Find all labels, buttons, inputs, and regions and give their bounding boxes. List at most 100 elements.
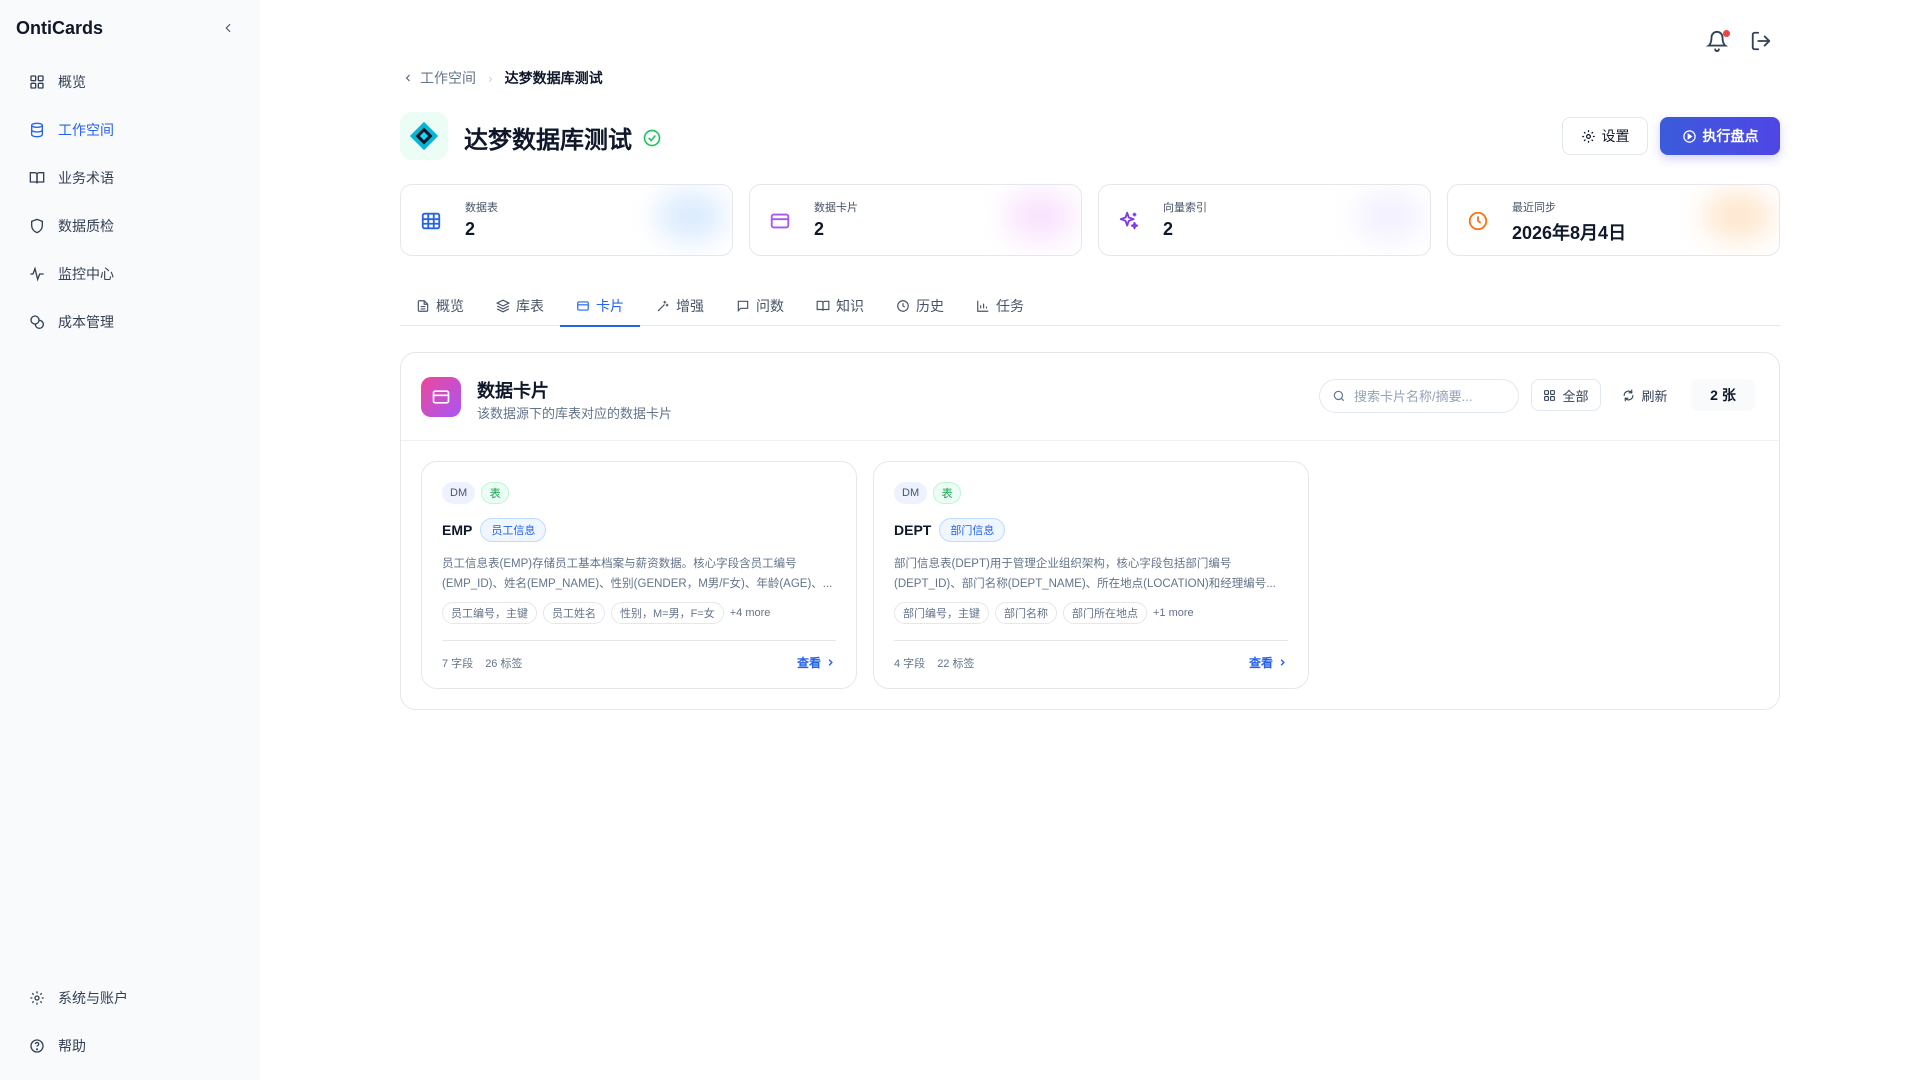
gear-icon bbox=[1581, 129, 1595, 143]
breadcrumb-current: 达梦数据库测试 bbox=[504, 70, 603, 86]
notifications-button[interactable] bbox=[1705, 30, 1730, 54]
page-title-text: 达梦数据库测试 bbox=[464, 127, 632, 154]
field-tag: 员工编号，主键 bbox=[442, 602, 537, 624]
view-card-link[interactable]: 查看 bbox=[1249, 654, 1288, 671]
card-icon bbox=[766, 207, 794, 235]
refresh-label: 刷新 bbox=[1641, 388, 1668, 404]
object-type-badge: 表 bbox=[481, 482, 510, 504]
tab-label: 增强 bbox=[676, 298, 704, 314]
field-tag: 部门名称 bbox=[995, 602, 1057, 624]
dameng-logo-icon bbox=[409, 121, 439, 151]
sidebar-item-cost[interactable]: 成本管理 bbox=[16, 304, 244, 340]
stat-card-tables: 数据表 2 bbox=[400, 184, 733, 256]
card-title-row: DEPT 部门信息 bbox=[894, 518, 1288, 542]
card-search bbox=[1319, 379, 1519, 413]
tab-bar: 概览 库表 卡片 增强 问数 知识 历史 任务 bbox=[400, 286, 1780, 327]
card-icon bbox=[577, 301, 589, 311]
tab-tables[interactable]: 库表 bbox=[480, 286, 560, 326]
database-icon bbox=[28, 121, 46, 139]
help-icon bbox=[28, 1037, 46, 1055]
object-type-badge: 表 bbox=[933, 482, 962, 504]
sidebar-nav: 概览 工作空间 业务术语 数据质检 监控中心 成本管理 bbox=[16, 64, 244, 352]
tab-label: 问数 bbox=[756, 298, 784, 314]
play-circle-icon bbox=[1682, 129, 1696, 143]
grid-icon bbox=[1544, 389, 1556, 401]
refresh-button[interactable]: 刷新 bbox=[1613, 379, 1677, 411]
datasource-logo bbox=[400, 112, 448, 160]
run-inventory-button[interactable]: 执行盘点 bbox=[1660, 117, 1780, 155]
logout-button[interactable] bbox=[1750, 30, 1774, 54]
stat-card-cards: 数据卡片 2 bbox=[749, 184, 1082, 256]
data-card-dept[interactable]: DM 表 DEPT 部门信息 部门信息表(DEPT)用于管理企业组织架构，核心字… bbox=[873, 461, 1309, 689]
settings-button[interactable]: 设置 bbox=[1562, 117, 1648, 155]
stat-value: 2 bbox=[465, 219, 476, 239]
sidebar-item-help[interactable]: 帮助 bbox=[16, 1028, 244, 1064]
table-icon bbox=[417, 207, 445, 235]
sidebar-item-system[interactable]: 系统与账户 bbox=[16, 980, 244, 1016]
gear-icon bbox=[28, 989, 46, 1007]
card-grid: DM 表 EMP 员工信息 员工信息表(EMP)存储员工基本档案与薪资数据。核心… bbox=[421, 461, 1309, 689]
stat-glow bbox=[656, 191, 726, 241]
sidebar-item-label: 系统与账户 bbox=[58, 990, 128, 1006]
breadcrumb-workspace-link[interactable]: 工作空间 bbox=[420, 68, 476, 88]
tab-tasks[interactable]: 任务 bbox=[960, 286, 1040, 326]
tab-knowledge[interactable]: 知识 bbox=[800, 286, 880, 326]
filter-all-button[interactable]: 全部 bbox=[1531, 379, 1601, 411]
sidebar-item-glossary[interactable]: 业务术语 bbox=[16, 160, 244, 196]
notification-dot bbox=[1723, 30, 1730, 37]
data-card-emp[interactable]: DM 表 EMP 员工信息 员工信息表(EMP)存储员工基本档案与薪资数据。核心… bbox=[421, 461, 857, 689]
collapse-sidebar-button[interactable] bbox=[218, 18, 238, 38]
run-inventory-button-label: 执行盘点 bbox=[1702, 128, 1759, 144]
tab-label: 概览 bbox=[436, 298, 464, 314]
card-description: 部门信息表(DEPT)用于管理企业组织架构，核心字段包括部门编号(DEPT_ID… bbox=[894, 558, 1276, 590]
card-divider bbox=[894, 640, 1288, 641]
view-card-link[interactable]: 查看 bbox=[797, 654, 836, 671]
tab-label: 知识 bbox=[836, 298, 864, 314]
tab-enhance[interactable]: 增强 bbox=[640, 286, 720, 326]
card-name: DEPT bbox=[894, 522, 932, 538]
search-icon bbox=[1333, 390, 1345, 402]
shield-icon bbox=[28, 217, 46, 235]
activity-icon bbox=[28, 265, 46, 283]
sidebar-item-label: 概览 bbox=[58, 74, 86, 90]
card-footer: 7 字段 26 标签 查看 bbox=[442, 654, 836, 671]
data-cards-panel: 数据卡片 该数据源下的库表对应的数据卡片 全部 刷新 2 张 DM 表 EMP … bbox=[400, 352, 1780, 710]
label-count: 22 标签 bbox=[937, 657, 975, 670]
stat-label: 向量索引 bbox=[1163, 202, 1207, 214]
stat-label: 最近同步 bbox=[1512, 202, 1556, 214]
card-search-input[interactable] bbox=[1354, 388, 1504, 404]
panel-title: 数据卡片 bbox=[477, 381, 549, 401]
layers-icon bbox=[496, 299, 510, 313]
card-divider bbox=[442, 640, 836, 641]
field-tag: 性别，M=男，F=女 bbox=[611, 602, 724, 624]
stat-glow bbox=[1005, 191, 1075, 241]
sidebar-item-label: 成本管理 bbox=[58, 314, 114, 330]
card-name: EMP bbox=[442, 522, 473, 538]
bar-chart-icon bbox=[977, 300, 989, 312]
sidebar: OntiCards 概览 工作空间 业务术语 数据质检 监控中心 成本管理 系统… bbox=[0, 0, 260, 1080]
tab-ask[interactable]: 问数 bbox=[720, 286, 800, 326]
verified-check-icon bbox=[642, 128, 662, 148]
tab-cards[interactable]: 卡片 bbox=[560, 286, 640, 327]
label-count: 26 标签 bbox=[485, 657, 523, 670]
logout-icon bbox=[1751, 31, 1771, 51]
card-category-badge: 部门信息 bbox=[939, 518, 1006, 542]
file-icon bbox=[417, 300, 429, 312]
tab-label: 历史 bbox=[916, 298, 944, 314]
view-card-label: 查看 bbox=[796, 656, 821, 670]
stat-card-vector-index: 向量索引 2 bbox=[1098, 184, 1431, 256]
tab-overview[interactable]: 概览 bbox=[400, 286, 480, 326]
sidebar-item-monitor[interactable]: 监控中心 bbox=[16, 256, 244, 292]
view-card-label: 查看 bbox=[1248, 656, 1273, 670]
filter-all-label: 全部 bbox=[1562, 388, 1589, 404]
back-button[interactable] bbox=[402, 72, 414, 84]
sidebar-item-label: 工作空间 bbox=[58, 122, 114, 138]
sidebar-item-workspace[interactable]: 工作空间 bbox=[16, 112, 244, 148]
sidebar-item-label: 数据质检 bbox=[58, 218, 114, 234]
card-title-row: EMP 员工信息 bbox=[442, 518, 836, 542]
db-type-badge: DM bbox=[894, 482, 928, 504]
tab-history[interactable]: 历史 bbox=[880, 286, 960, 326]
card-count-badge: 2 张 bbox=[1691, 379, 1755, 411]
sidebar-item-overview[interactable]: 概览 bbox=[16, 64, 244, 100]
sidebar-item-quality[interactable]: 数据质检 bbox=[16, 208, 244, 244]
